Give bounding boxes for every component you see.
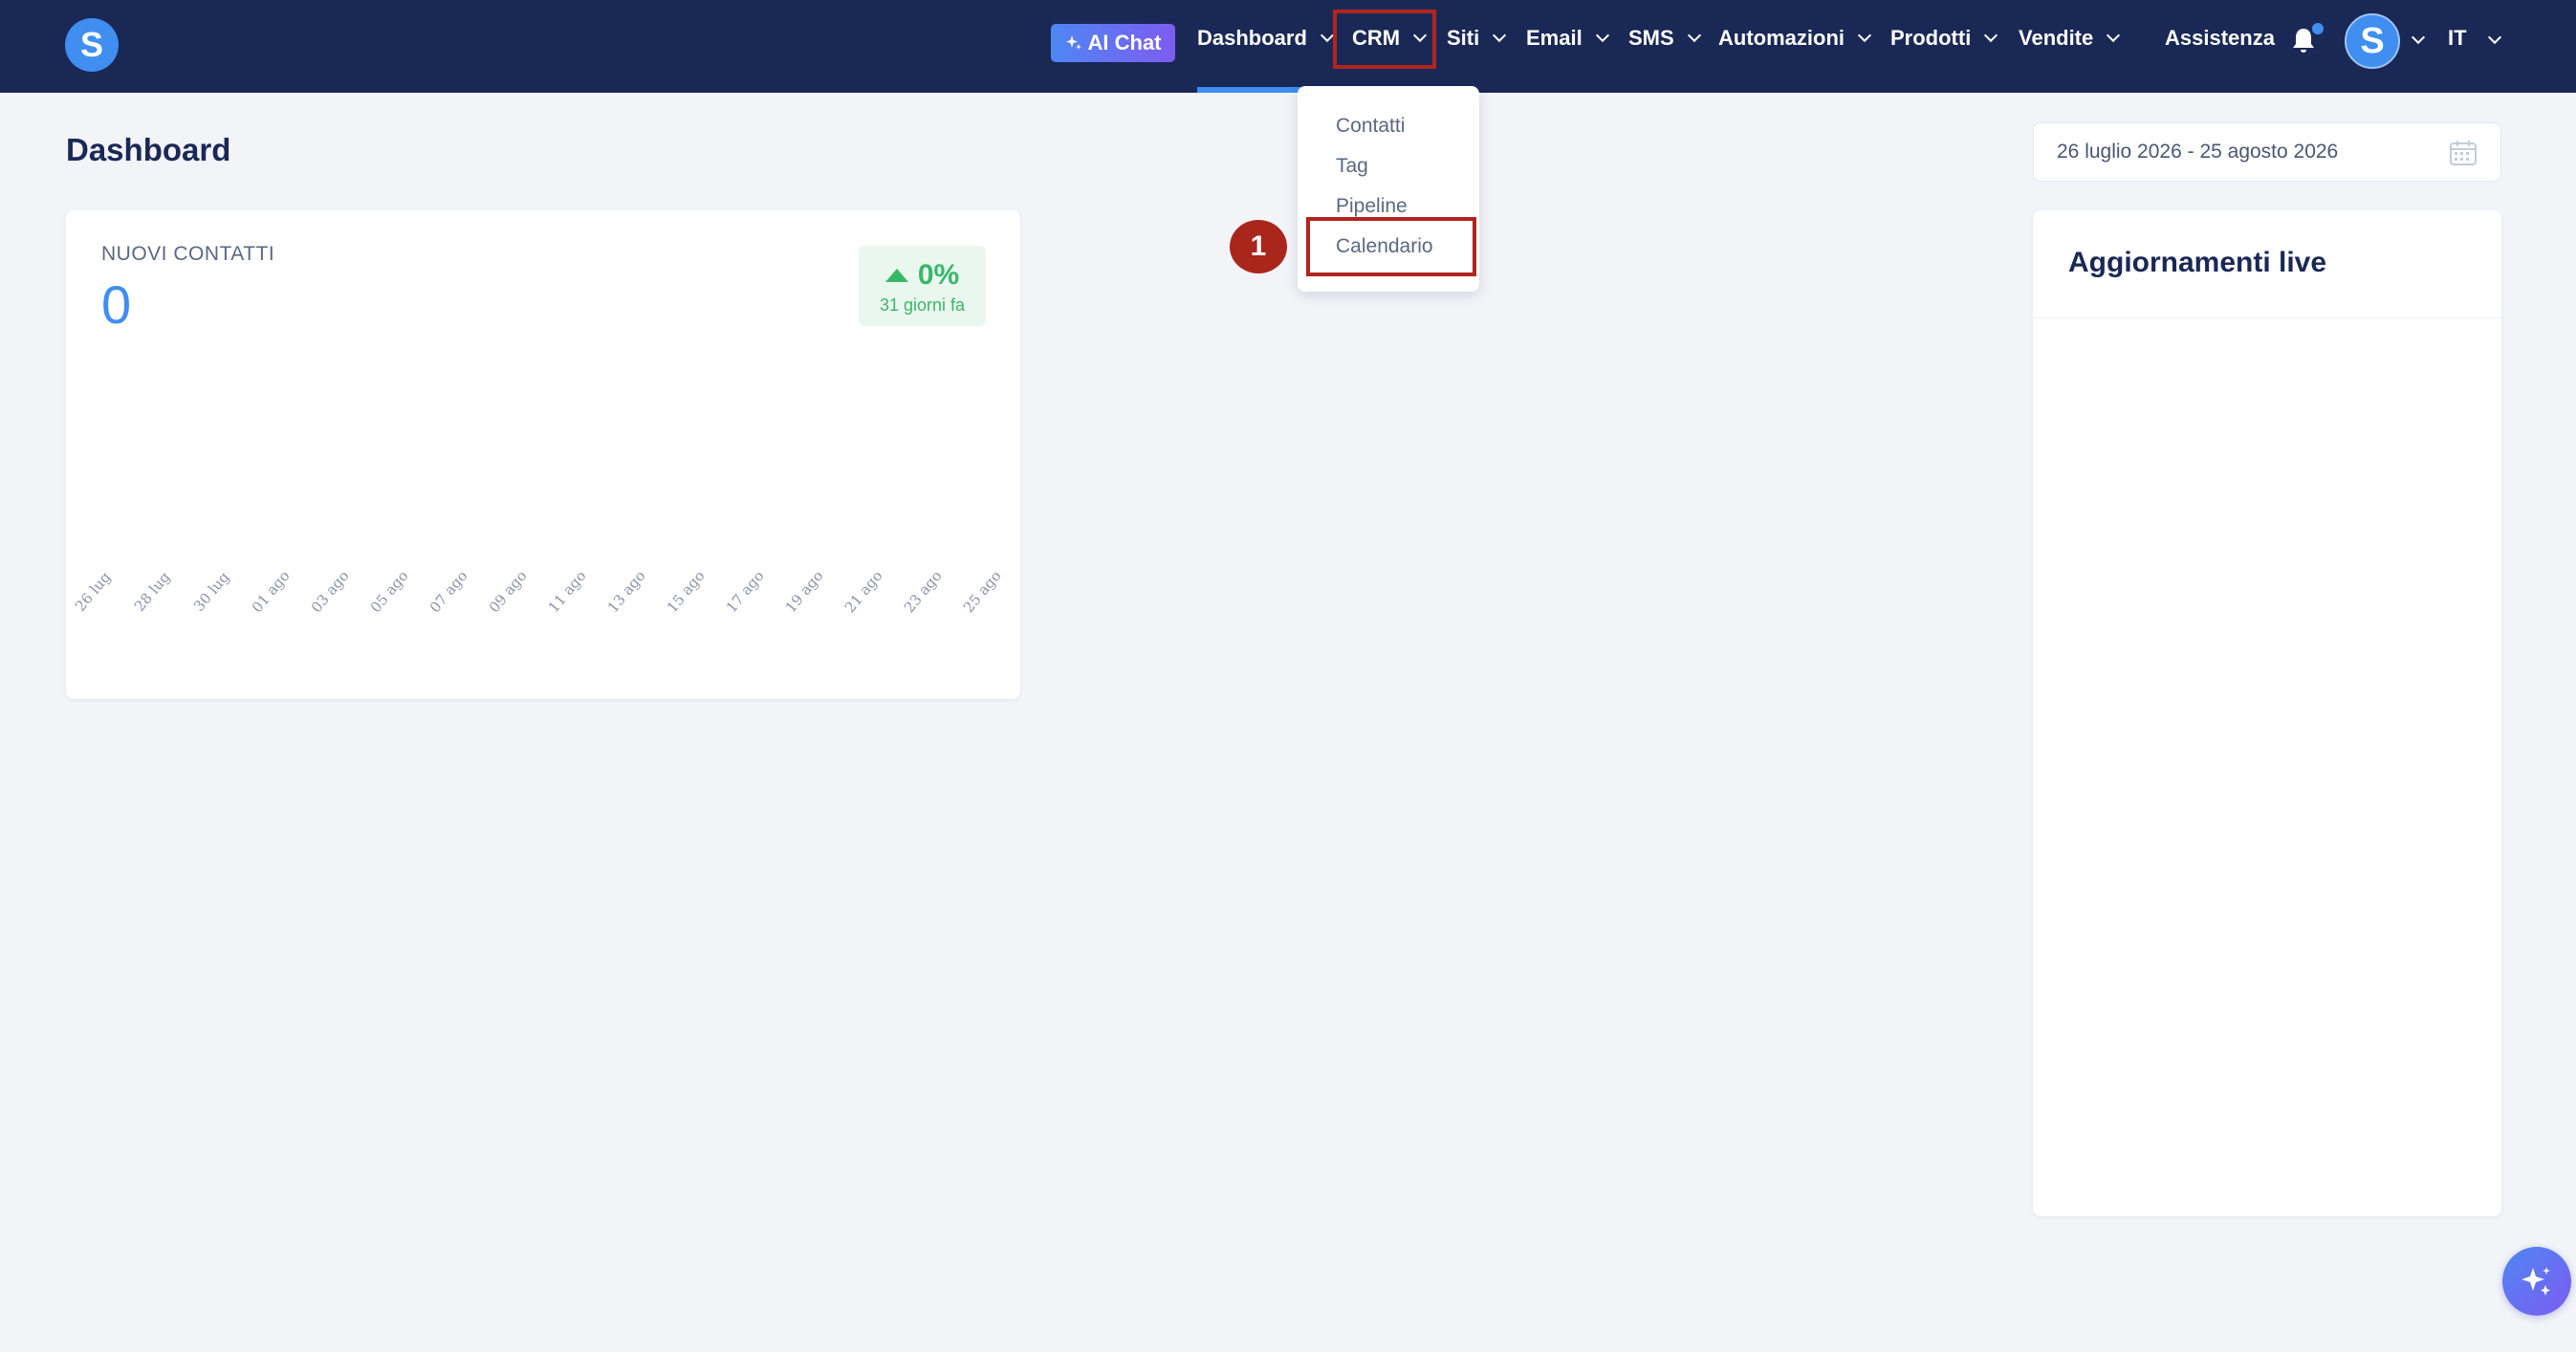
chevron-down-icon: [1320, 28, 1334, 43]
menu-item-contatti[interactable]: Contatti: [1336, 115, 1405, 138]
x-tick-label: 21 ago: [841, 567, 886, 616]
chevron-down-icon: [2107, 28, 2121, 43]
live-updates-title: Aggiornamenti live: [2068, 247, 2327, 278]
new-contacts-label: NUOVI CONTATTI: [101, 243, 275, 265]
nav-email-label: Email: [1526, 26, 1583, 50]
nav-automazioni[interactable]: Automazioni: [1718, 19, 1872, 57]
nav-sms-label: SMS: [1628, 26, 1674, 50]
language-selector[interactable]: IT: [2448, 19, 2467, 57]
change-badge: 0% 31 giorni fa: [859, 246, 986, 326]
nav-sms[interactable]: SMS: [1628, 19, 1701, 57]
calendar-icon: [2450, 141, 2477, 165]
date-range-value: 26 luglio 2026 - 25 agosto 2026: [2057, 141, 2339, 163]
date-range-picker[interactable]: 26 luglio 2026 - 25 agosto 2026: [2033, 122, 2501, 182]
x-tick-label: 30 lug: [190, 568, 233, 615]
step-badge: 1: [1230, 220, 1287, 273]
arrow-up-icon: [884, 269, 908, 282]
chevron-down-icon: [1493, 28, 1507, 43]
nav-prodotti[interactable]: Prodotti: [1890, 19, 1998, 57]
new-contacts-card: NUOVI CONTATTI 0 0% 31 giorni fa 26 lug 2…: [66, 210, 1020, 699]
x-tick-label: 19 ago: [782, 567, 827, 616]
nav-assistenza[interactable]: Assistenza: [2165, 19, 2275, 57]
nav-siti-label: Siti: [1447, 26, 1480, 50]
menu-item-pipeline[interactable]: Pipeline: [1336, 195, 1408, 218]
divider: [2033, 317, 2501, 318]
x-tick-label: 25 ago: [960, 567, 1005, 616]
chevron-down-icon: [1857, 28, 1872, 43]
sparkle-icon: [1065, 35, 1081, 50]
nav-dashboard[interactable]: Dashboard: [1197, 19, 1334, 57]
x-tick-label: 17 ago: [723, 567, 768, 616]
page-title: Dashboard: [66, 132, 231, 167]
language-label: IT: [2448, 26, 2467, 50]
x-tick-label: 26 lug: [72, 568, 115, 615]
calendario-highlight-box: [1306, 217, 1476, 276]
live-updates-card: Aggiornamenti live: [2033, 210, 2501, 1216]
nav-vendite-label: Vendite: [2019, 26, 2094, 50]
nav-prodotti-label: Prodotti: [1890, 26, 1972, 50]
ai-chat-label: AI Chat: [1087, 31, 1162, 55]
avatar[interactable]: S: [2345, 13, 2400, 69]
nav-assistenza-label: Assistenza: [2165, 26, 2275, 50]
x-tick-label: 05 ago: [367, 567, 412, 616]
chevron-down-icon: [1595, 28, 1609, 43]
contacts-line-chart: 26 lug 28 lug 30 lug 01 ago 03 ago 05 ago 07 a…: [72, 567, 1005, 616]
x-tick-label: 01 ago: [249, 567, 294, 616]
x-tick-label: 03 ago: [308, 567, 353, 616]
chevron-down-icon[interactable]: [2487, 30, 2502, 45]
x-tick-label: 28 lug: [131, 568, 174, 615]
ai-assistant-button[interactable]: [2502, 1247, 2571, 1316]
crm-highlight-box: [1333, 10, 1436, 69]
x-tick-label: 09 ago: [486, 567, 531, 616]
notification-dot: [2312, 23, 2324, 34]
nav-vendite[interactable]: Vendite: [2019, 19, 2121, 57]
x-tick-label: 15 ago: [664, 567, 709, 616]
nav-siti[interactable]: Siti: [1447, 19, 1507, 57]
nav-automazioni-label: Automazioni: [1718, 26, 1845, 50]
app-logo[interactable]: S: [65, 18, 119, 72]
change-percent: 0%: [917, 259, 960, 291]
nav-active-indicator: [1197, 87, 1304, 93]
x-tick-label: 11 ago: [545, 567, 590, 616]
menu-item-tag[interactable]: Tag: [1336, 155, 1368, 178]
nav-dashboard-label: Dashboard: [1197, 26, 1307, 50]
chevron-down-icon: [1984, 28, 1998, 43]
nav-email[interactable]: Email: [1526, 19, 1609, 57]
x-tick-label: 13 ago: [604, 567, 649, 616]
top-navbar: S AI Chat Dashboard CRM Siti Email SMS A…: [0, 0, 2576, 93]
ai-chat-button[interactable]: AI Chat: [1051, 24, 1175, 62]
change-period: 31 giorni fa: [879, 295, 966, 315]
x-tick-label: 23 ago: [901, 567, 946, 616]
x-tick-label: 07 ago: [426, 567, 471, 616]
new-contacts-value: 0: [101, 274, 132, 335]
sparkle-icon: [2521, 1267, 2550, 1296]
chevron-down-icon: [1687, 28, 1701, 43]
chevron-down-icon[interactable]: [2411, 30, 2426, 45]
